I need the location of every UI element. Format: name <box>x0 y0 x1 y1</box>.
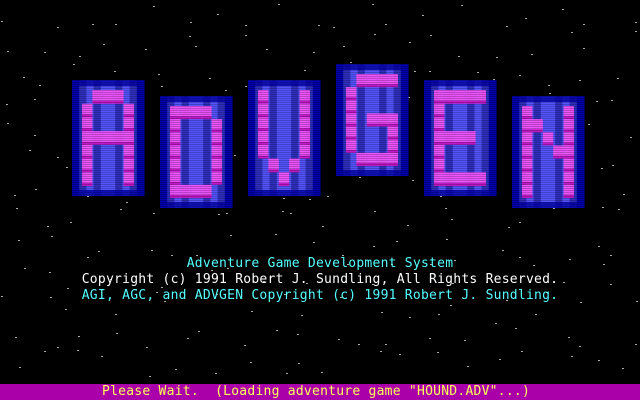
star <box>495 323 497 324</box>
star <box>251 311 253 312</box>
star <box>568 337 570 338</box>
star <box>521 351 523 352</box>
star <box>622 368 624 369</box>
star <box>635 344 637 345</box>
star <box>535 314 537 315</box>
star <box>151 250 153 251</box>
star <box>19 367 21 368</box>
star <box>380 351 382 352</box>
star <box>215 373 217 374</box>
star <box>286 373 288 374</box>
star <box>77 350 79 351</box>
loading-status-message: Please Wait. (Loading adventure game "HO… <box>102 384 531 399</box>
star <box>78 336 80 337</box>
system-title: Adventure Game Development System <box>186 256 454 271</box>
star <box>579 346 581 347</box>
star <box>373 246 375 247</box>
star <box>15 337 17 338</box>
star <box>502 250 504 251</box>
star <box>65 309 67 310</box>
star <box>409 317 411 318</box>
star <box>313 242 315 243</box>
star <box>515 328 517 329</box>
star <box>44 351 46 352</box>
status-bar: Please Wait. (Loading adventure game "HO… <box>0 384 640 400</box>
logo-letter-v <box>248 80 321 196</box>
star <box>51 236 53 237</box>
star <box>446 239 448 240</box>
star <box>276 330 278 331</box>
logo-letter-e <box>424 80 497 196</box>
star <box>297 334 299 335</box>
star <box>429 338 431 339</box>
star <box>57 347 59 348</box>
star <box>598 246 600 247</box>
star <box>149 376 151 377</box>
star <box>301 315 303 316</box>
star <box>115 314 117 315</box>
tools-copyright-notice: AGI, AGC, and ADVGEN Copyright (c) 1991 … <box>81 288 559 303</box>
star <box>298 363 300 364</box>
star <box>198 331 200 332</box>
advgen-logo <box>72 64 585 208</box>
logo-letter-a <box>72 80 145 196</box>
logo-letter-n <box>512 96 585 208</box>
star <box>101 356 103 357</box>
title-screen: Adventure Game Development System Copyri… <box>0 0 640 400</box>
star <box>244 345 246 346</box>
star <box>98 251 100 252</box>
star <box>385 344 387 345</box>
logo-letter-g <box>336 64 409 176</box>
star <box>275 234 277 235</box>
star <box>175 369 177 370</box>
star <box>321 372 323 373</box>
star <box>571 356 573 357</box>
star <box>396 241 398 242</box>
star <box>18 240 20 241</box>
star <box>381 312 383 313</box>
star <box>464 340 466 341</box>
star <box>338 339 340 340</box>
star <box>399 354 401 355</box>
star <box>250 362 252 363</box>
star <box>437 352 439 353</box>
star <box>187 338 189 339</box>
star <box>450 305 452 306</box>
logo-letter-d <box>160 96 233 208</box>
star <box>116 333 118 334</box>
star <box>467 366 469 367</box>
copyright-notice: Copyright (c) 1991 Robert J. Sundling, A… <box>81 272 559 287</box>
star <box>598 360 600 361</box>
star <box>358 344 360 345</box>
star <box>230 235 232 236</box>
star <box>438 314 440 315</box>
star <box>499 359 501 360</box>
star <box>146 347 148 348</box>
